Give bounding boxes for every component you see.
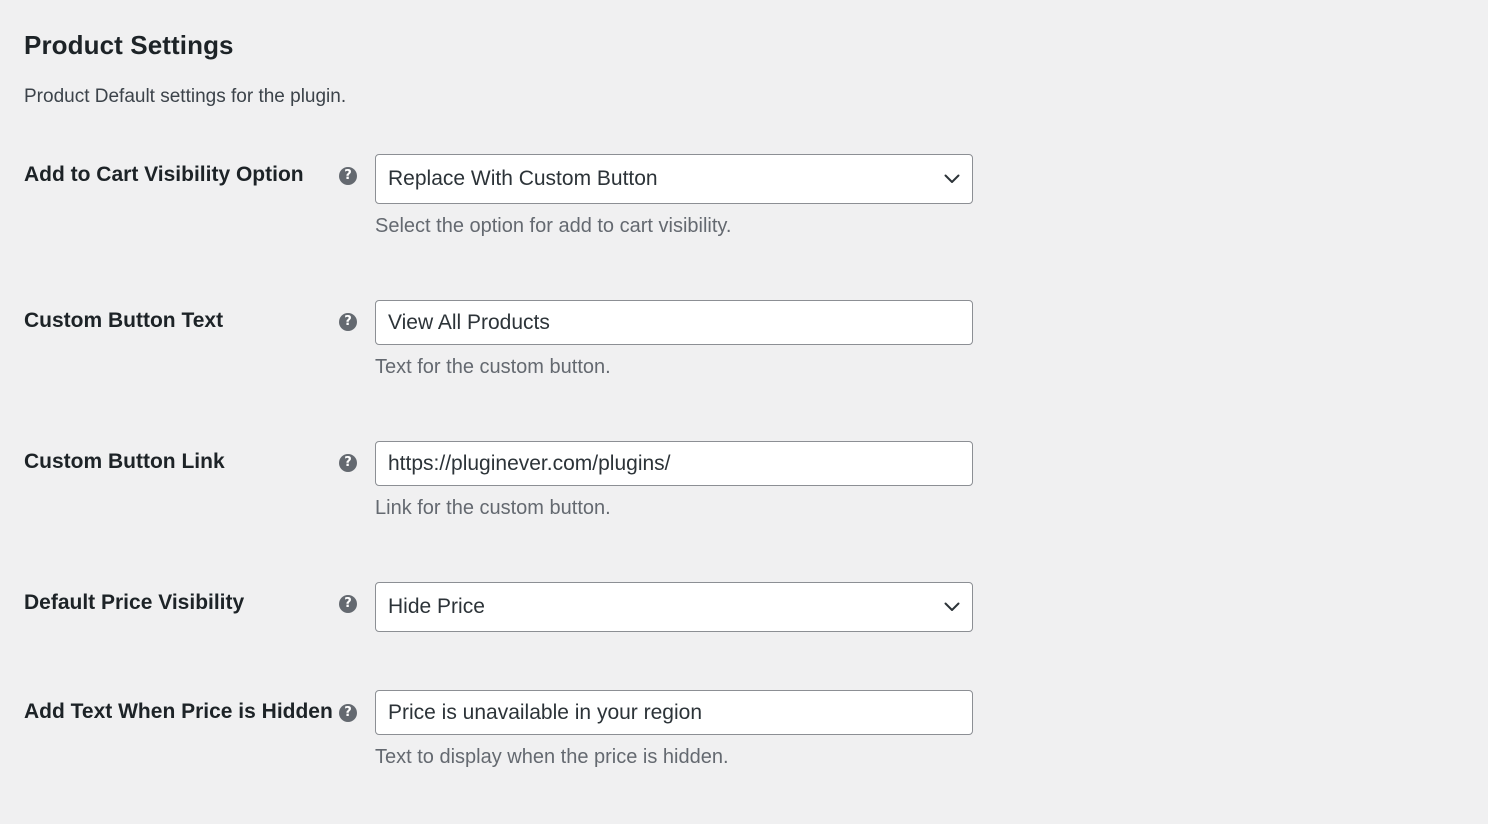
question-circle-icon[interactable]: ? [339, 313, 357, 331]
hidden-price-text-input[interactable]: Price is unavailable in your region [375, 690, 973, 735]
question-circle-icon[interactable]: ? [339, 454, 357, 472]
select-value: Replace With Custom Button [388, 167, 658, 190]
question-circle-icon[interactable]: ? [339, 595, 357, 613]
field-description: Link for the custom button. [375, 497, 611, 519]
question-circle-icon[interactable]: ? [339, 704, 357, 722]
setting-label: Default Price Visibility [24, 591, 245, 614]
setting-label: Add to Cart Visibility Option [24, 163, 304, 186]
question-circle-icon[interactable]: ? [339, 167, 357, 185]
field-description: Text for the custom button. [375, 356, 611, 378]
setting-label: Custom Button Text [24, 309, 224, 332]
field-description: Text to display when the price is hidden… [375, 746, 729, 768]
select-value: Hide Price [388, 595, 485, 618]
add-to-cart-visibility-select[interactable]: Replace With Custom Button [375, 154, 973, 204]
chevron-down-icon [932, 583, 972, 631]
field-description: Select the option for add to cart visibi… [375, 215, 732, 237]
setting-label: Custom Button Link [24, 450, 225, 473]
default-price-visibility-select[interactable]: Hide Price [375, 582, 973, 632]
custom-button-text-input[interactable]: View All Products [375, 300, 973, 345]
page-description: Product Default settings for the plugin. [24, 86, 347, 107]
input-value: Price is unavailable in your region [388, 700, 703, 724]
input-value: https://pluginever.com/plugins/ [388, 451, 671, 475]
input-value: View All Products [388, 310, 550, 334]
chevron-down-icon [932, 155, 972, 203]
page-title: Product Settings [24, 30, 234, 60]
custom-button-link-input[interactable]: https://pluginever.com/plugins/ [375, 441, 973, 486]
setting-label: Add Text When Price is Hidden [24, 700, 333, 723]
